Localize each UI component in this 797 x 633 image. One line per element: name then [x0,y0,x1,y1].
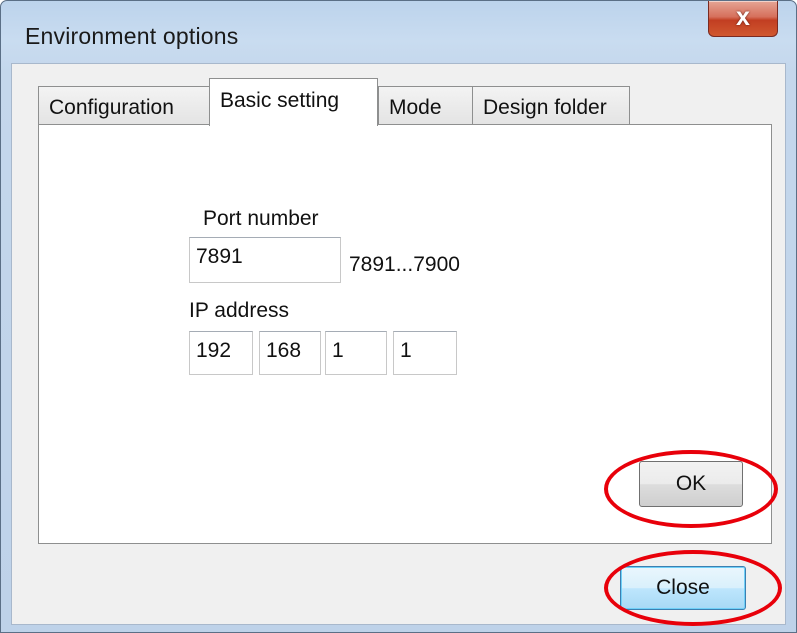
close-button-label: Close [656,576,710,599]
dialog-client-area: Configuration Basic setting Mode Design … [11,63,786,625]
tab-label: Configuration [49,96,174,119]
ip-octet-2-value: 168 [266,339,302,362]
ip-octet-3-input[interactable]: 1 [325,331,387,375]
port-range-text: 7891...7900 [349,253,460,276]
port-number-label: Port number [203,207,319,230]
tab-label: Mode [389,96,442,119]
title-bar[interactable]: Environment options x [1,1,796,63]
port-number-value: 7891 [196,245,243,268]
tab-design-folder[interactable]: Design folder [472,86,630,126]
ip-octet-4-input[interactable]: 1 [393,331,457,375]
ip-address-label: IP address [189,299,290,322]
ip-octet-1-value: 192 [196,339,232,362]
window-title: Environment options [25,23,239,49]
environment-options-window: Environment options x Configuration Basi… [0,0,797,633]
close-button[interactable]: Close [620,566,746,610]
tab-configuration[interactable]: Configuration [38,86,211,126]
ok-button-label: OK [675,472,707,495]
basic-setting-panel: Port number 7891 7891...7900 IP address … [38,124,772,544]
tab-label: Basic setting [220,89,340,112]
tab-label: Design folder [483,96,607,119]
ip-octet-3-value: 1 [332,339,344,362]
tab-basic-setting[interactable]: Basic setting [209,78,378,126]
ok-button[interactable]: OK [639,461,743,507]
port-number-input[interactable]: 7891 [189,237,341,283]
close-icon: x [736,3,750,31]
ip-octet-1-input[interactable]: 192 [189,331,253,375]
tab-mode[interactable]: Mode [378,86,474,126]
ip-octet-2-input[interactable]: 168 [259,331,321,375]
window-close-button[interactable]: x [708,1,778,37]
ip-octet-4-value: 1 [400,339,412,362]
